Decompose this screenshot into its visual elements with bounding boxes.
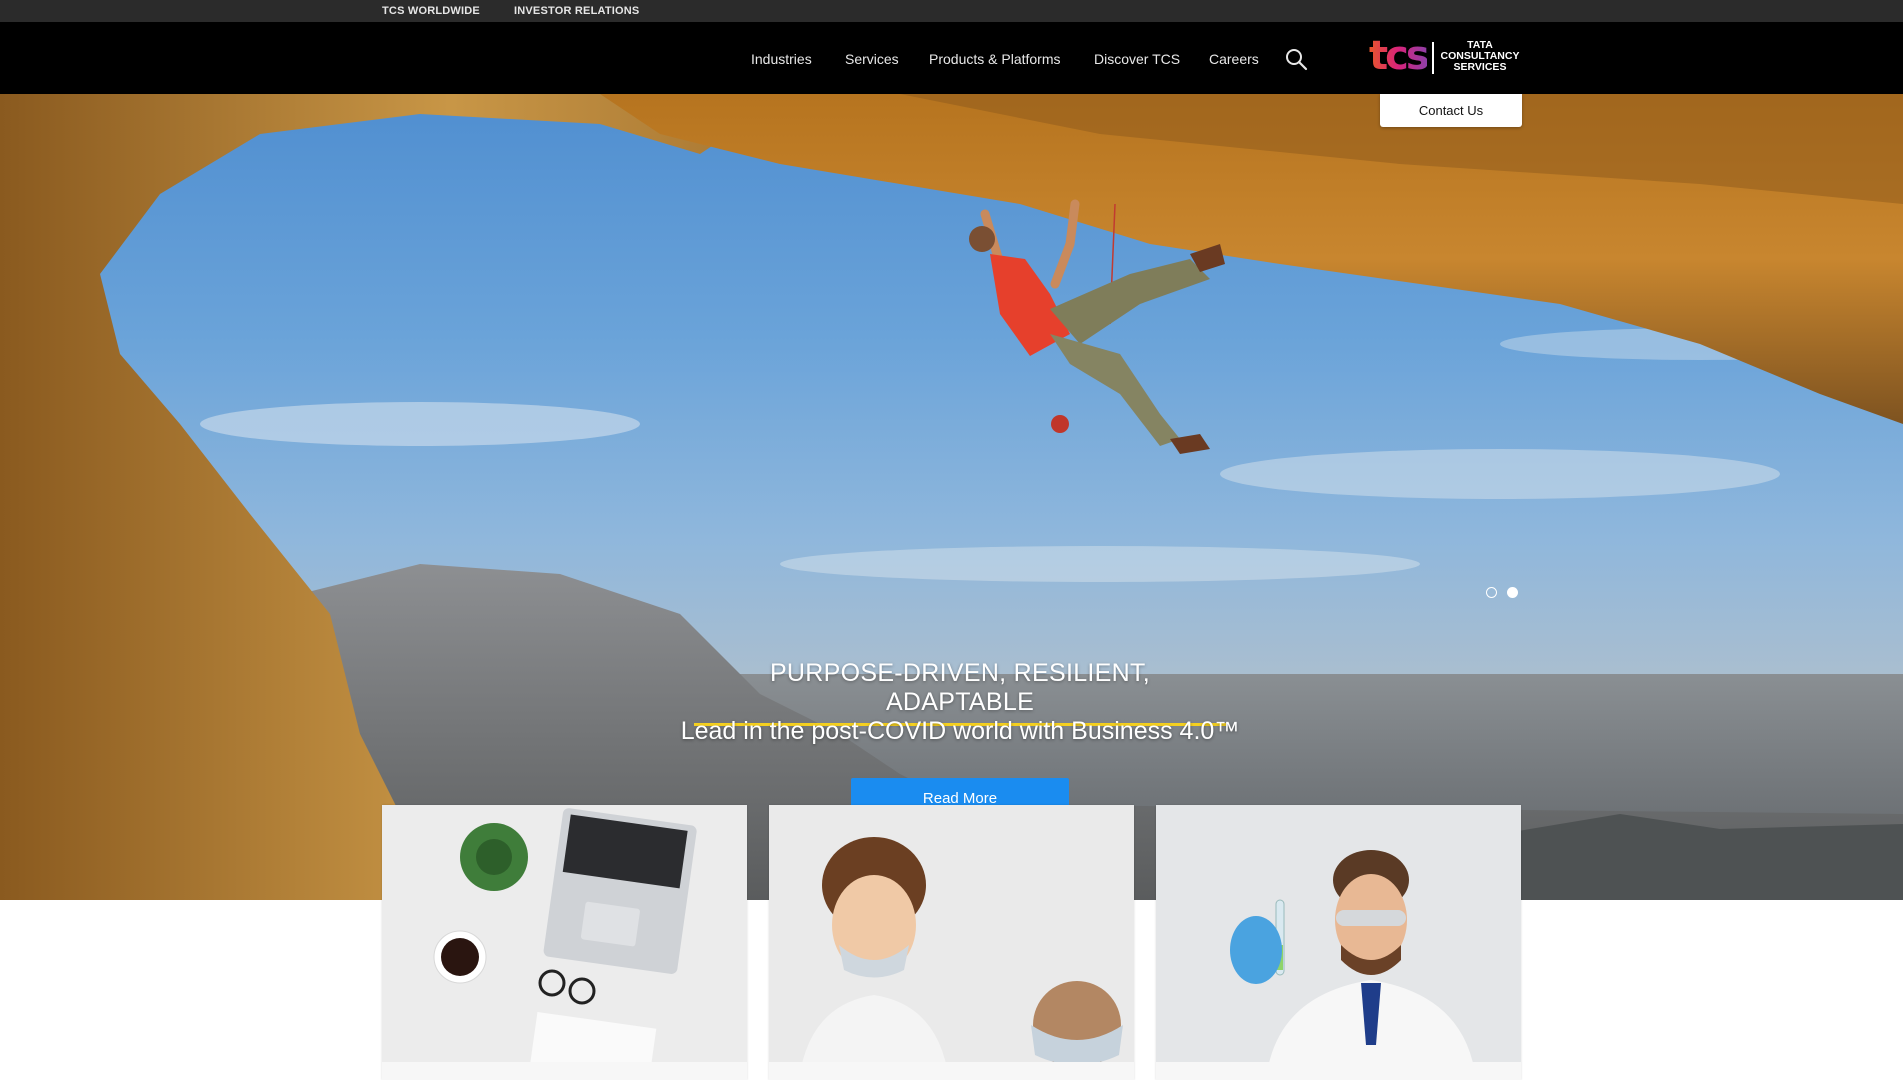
scientist-image <box>1156 805 1521 1080</box>
logo-divider <box>1432 42 1434 74</box>
nav-item-industries[interactable]: Industries <box>751 51 812 67</box>
tcs-logo[interactable]: tcs TATA CONSULTANCY SERVICES <box>1369 36 1524 82</box>
contact-us-button[interactable]: Contact Us <box>1380 94 1522 127</box>
tata-consultancy-services-wordmark: TATA CONSULTANCY SERVICES <box>1439 40 1521 73</box>
logo-line-services: SERVICES <box>1453 61 1507 73</box>
card-footer <box>1156 1062 1521 1080</box>
utility-bar: TCS WORLDWIDE INVESTOR RELATIONS <box>0 0 1903 22</box>
main-navigation: Industries Services Products & Platforms… <box>0 22 1903 94</box>
nav-item-products-platforms[interactable]: Products & Platforms <box>929 51 1061 67</box>
nav-item-services[interactable]: Services <box>845 51 899 67</box>
search-icon[interactable] <box>1284 47 1308 71</box>
feature-cards <box>382 805 1521 1080</box>
tcs-logo-mark: tcs <box>1369 33 1430 79</box>
feature-card-scientist[interactable] <box>1156 805 1521 1080</box>
hero-subheadline: Lead in the post-COVID world with Busine… <box>680 717 1240 745</box>
feature-card-child-mask[interactable] <box>769 805 1134 1080</box>
hero-headline: PURPOSE-DRIVEN, RESILIENT, ADAPTABLE <box>694 659 1226 726</box>
card-footer <box>769 1062 1134 1080</box>
card-footer <box>382 1062 747 1080</box>
child-with-mask-image <box>769 805 1134 1080</box>
hero-banner: PURPOSE-DRIVEN, RESILIENT, ADAPTABLE Lea… <box>0 94 1903 900</box>
tcs-worldwide-link[interactable]: TCS WORLDWIDE <box>382 5 480 17</box>
nav-item-careers[interactable]: Careers <box>1209 51 1259 67</box>
carousel-dot-1[interactable] <box>1486 587 1497 598</box>
investor-relations-link[interactable]: INVESTOR RELATIONS <box>514 5 639 17</box>
nav-item-discover-tcs[interactable]: Discover TCS <box>1094 51 1180 67</box>
feature-card-workspace[interactable] <box>382 805 747 1080</box>
workspace-image <box>382 805 747 1080</box>
carousel-dot-2-active[interactable] <box>1507 587 1518 598</box>
